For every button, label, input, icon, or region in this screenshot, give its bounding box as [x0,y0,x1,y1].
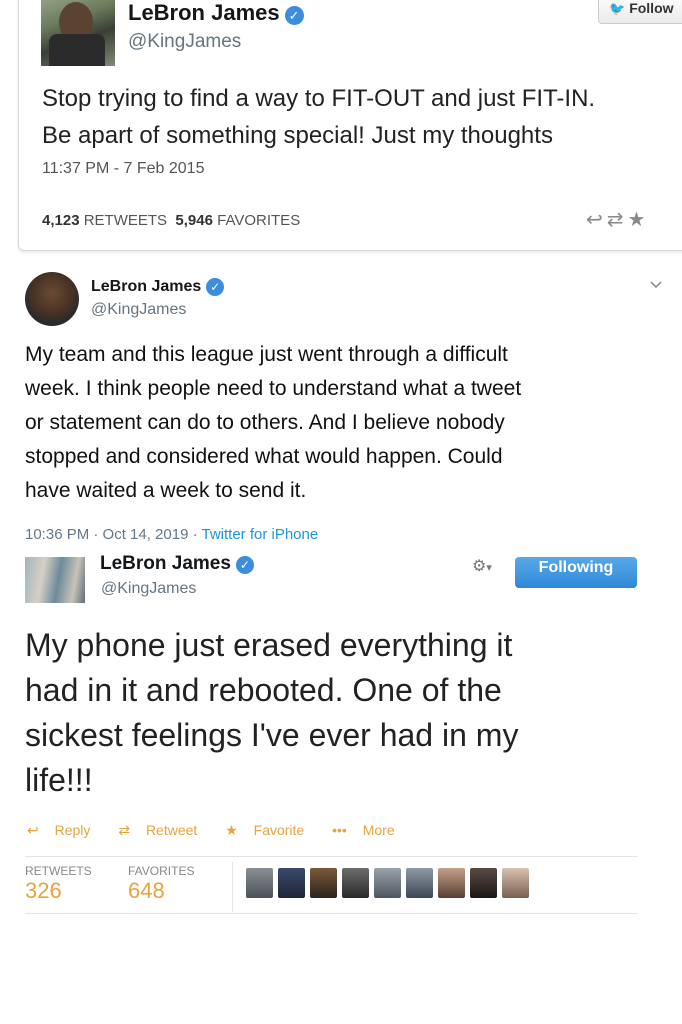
following-button[interactable]: Following [515,557,637,588]
retweet-icon[interactable]: ⇄ [607,209,628,231]
verified-badge-icon: ✓ [235,555,254,574]
tweet-text: My team and this league just went throug… [25,338,665,508]
more-icon: ••• [332,822,347,838]
favorites-label: FAVORITES [128,864,195,878]
follow-label: Follow [629,0,674,16]
avatar[interactable] [470,868,497,898]
retweet-icon: ⇄ [118,822,131,838]
avatar[interactable] [406,868,433,898]
avatar[interactable] [374,868,401,898]
tweet-text: My phone just erased everything it had i… [25,623,645,803]
author-handle[interactable]: @KingJames [91,301,186,319]
avatar[interactable] [342,868,369,898]
retweets-count[interactable]: 4,123 [42,212,80,229]
verified-badge-icon: ✓ [206,278,225,296]
retweet-action[interactable]: ⇄ Retweet [118,822,209,838]
star-icon: ★ [225,822,238,838]
tweet-text-line: stopped and considered what would happen… [25,445,503,468]
more-label: More [362,822,395,838]
tweet-text-line: life!!! [25,762,93,798]
tweet-actions: ↩⇄★ [586,207,649,232]
favorites-count: 648 [128,878,165,903]
author-name[interactable]: LeBron James [91,278,201,295]
avatar[interactable] [246,868,273,898]
favorites-count[interactable]: 5,946 [175,212,213,229]
more-action[interactable]: ••• More [332,822,407,838]
reply-label: Reply [54,822,91,838]
tweet-text-line: My team and this league just went throug… [25,343,508,366]
author-row: LeBron James ✓ [100,553,254,575]
tweet-actions: ↩ Reply ⇄ Retweet ★ Favorite ••• More [27,822,419,839]
divider [25,856,638,857]
tweet-meta: 10:36 PM · Oct 14, 2019 · Twitter for iP… [25,526,318,543]
favorite-label: Favorite [253,822,305,838]
chevron-down-icon[interactable] [648,276,664,292]
author-handle[interactable]: @KingJames [101,580,196,598]
source-link[interactable]: Twitter for iPhone [201,526,318,543]
follow-button[interactable]: 🐦 Follow [598,0,682,24]
divider [25,913,638,914]
favorites-label: FAVORITES [217,212,301,229]
tweet-text-line: Be apart of something special! Just my t… [42,122,553,149]
favorites-stat[interactable]: FAVORITES 648 [128,864,194,904]
tweet-text-line: have waited a week to send it. [25,479,307,502]
retweets-stat[interactable]: RETWEETS 326 [25,864,92,904]
avatar[interactable] [25,557,85,603]
author-name[interactable]: LeBron James [128,0,280,25]
avatar[interactable] [502,868,529,898]
tweet-text-line: week. I think people need to understand … [25,377,522,400]
reply-icon[interactable]: ↩ [586,209,607,231]
tweet-text-line: or statement can do to others. And I bel… [25,411,505,434]
tweet-text-line: had in it and rebooted. One of the [25,672,502,708]
avatar[interactable] [25,272,79,326]
retweets-count: 326 [25,878,62,903]
avatar[interactable] [310,868,337,898]
favorite-action[interactable]: ★ Favorite [225,822,316,838]
retweets-label: RETWEETS [83,212,168,229]
tweet-text-line: sickest feelings I've ever had in my [25,717,519,753]
reply-icon: ↩ [27,822,39,838]
favorite-icon[interactable]: ★ [628,209,650,231]
tweet-text: Stop trying to find a way to FIT-OUT and… [42,80,682,154]
tweet-text-line: Stop trying to find a way to FIT-OUT and… [42,85,596,112]
retweets-label: RETWEETS [25,864,92,878]
favoriters-avatars [246,868,534,903]
avatar[interactable] [278,868,305,898]
retweet-label: Retweet [145,822,198,838]
avatar[interactable] [438,868,465,898]
gear-icon[interactable]: ⚙▾ [472,556,492,576]
timestamp[interactable]: 10:36 PM · Oct 14, 2019 · [25,526,201,543]
tweet-stats: 4,123 RETWEETS 5,946 FAVORITES [42,212,300,229]
author-row: LeBron James ✓ [128,0,304,26]
author-handle[interactable]: @KingJames [128,31,241,53]
author-row: LeBron James ✓ [91,278,225,296]
chevron-down-icon: ▾ [486,562,492,574]
timestamp[interactable]: 11:37 PM - 7 Feb 2015 [42,160,204,178]
twitter-bird-icon: 🐦 [609,1,626,16]
author-name[interactable]: LeBron James [100,553,231,574]
avatar[interactable] [41,0,115,66]
verified-badge-icon: ✓ [284,6,304,26]
reply-action[interactable]: ↩ Reply [27,822,102,838]
tweet-text-line: My phone just erased everything it [25,627,513,663]
divider [232,862,233,912]
